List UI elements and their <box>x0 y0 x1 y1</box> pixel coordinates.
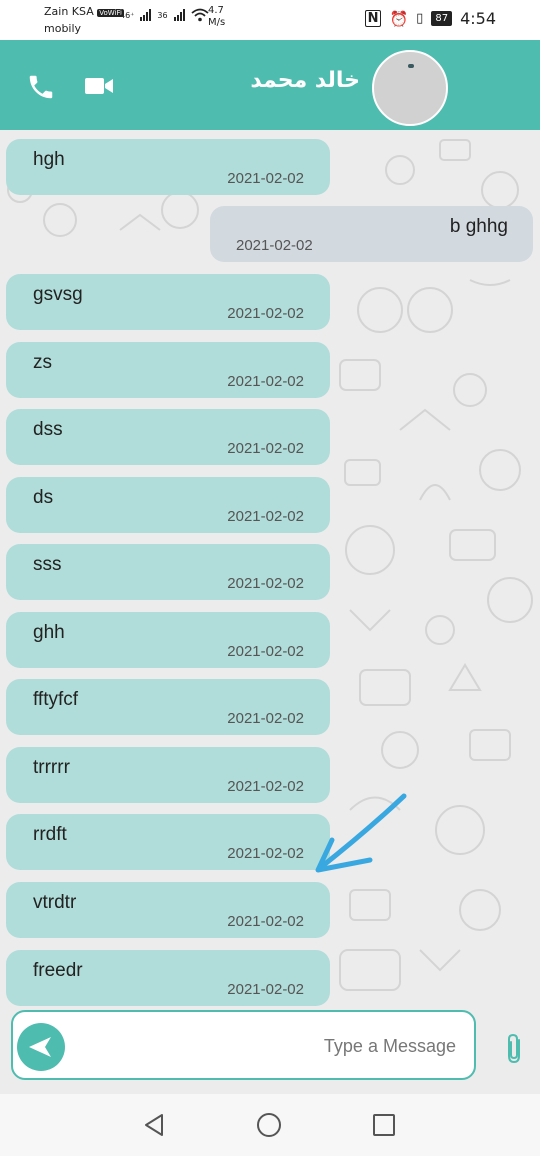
message-timestamp: 2021-02-02 <box>227 913 304 930</box>
composer-bar: Type a Message <box>0 1008 540 1086</box>
message-text: freedr <box>33 960 83 981</box>
back-icon[interactable] <box>142 1112 166 1138</box>
message-input-placeholder: Type a Message <box>323 1036 456 1056</box>
message-input[interactable]: Type a Message <box>11 1010 476 1080</box>
vibrate-icon: ▯ <box>416 11 424 26</box>
avatar[interactable] <box>372 50 448 126</box>
message-timestamp: 2021-02-02 <box>227 373 304 390</box>
message-timestamp: 2021-02-02 <box>227 643 304 660</box>
avatar-detail <box>408 64 414 68</box>
recent-apps-icon[interactable] <box>373 1114 395 1136</box>
message-text: dss <box>33 419 63 440</box>
message-text: gsvsg <box>33 284 83 305</box>
message-timestamp: 2021-02-02 <box>236 237 313 254</box>
net-speed-value: 4.7 <box>208 5 224 16</box>
status-bar: Zain KSA VoWiFi mobily 46⁺ 36 4.7 M/s N … <box>0 0 540 40</box>
message-text: vtrdtr <box>33 892 77 913</box>
message-text: ds <box>33 487 54 508</box>
message-timestamp: 2021-02-02 <box>227 508 304 525</box>
nfc-icon: N <box>364 10 382 27</box>
send-button[interactable] <box>17 1023 65 1071</box>
annotation-arrow-icon <box>315 793 407 873</box>
message-bubble-incoming[interactable]: rrdft 2021-02-02 <box>6 814 330 870</box>
message-timestamp: 2021-02-02 <box>227 981 304 998</box>
net-speed-unit: M/s <box>208 17 226 28</box>
clock: 4:54 <box>460 9 496 28</box>
message-bubble-outgoing[interactable]: b ghhg 2021-02-02 <box>210 206 533 262</box>
chat-header: خالد محمد <box>0 40 540 130</box>
message-timestamp: 2021-02-02 <box>227 305 304 322</box>
message-text: zs <box>33 352 52 373</box>
status-right: N ⏰ ▯ 87 4:54 <box>364 9 496 28</box>
message-timestamp: 2021-02-02 <box>227 170 304 187</box>
message-bubble-incoming[interactable]: dss 2021-02-02 <box>6 409 330 465</box>
message-bubble-incoming[interactable]: gsvsg 2021-02-02 <box>6 274 330 330</box>
video-camera-icon[interactable] <box>84 74 114 98</box>
message-timestamp: 2021-02-02 <box>227 575 304 592</box>
message-timestamp: 2021-02-02 <box>227 710 304 727</box>
message-text: sss <box>33 554 62 575</box>
message-text: ghh <box>33 622 65 643</box>
message-bubble-incoming[interactable]: ds 2021-02-02 <box>6 477 330 533</box>
message-bubble-incoming[interactable]: ghh 2021-02-02 <box>6 612 330 668</box>
message-timestamp: 2021-02-02 <box>227 440 304 457</box>
paperclip-icon[interactable] <box>504 1032 526 1066</box>
message-bubble-incoming[interactable]: hgh 2021-02-02 <box>6 139 330 195</box>
message-bubble-incoming[interactable]: trrrrr 2021-02-02 <box>6 747 330 803</box>
network-type-2: 36 <box>157 10 168 20</box>
message-text: rrdft <box>33 824 67 845</box>
signal-bars-icon <box>173 9 185 21</box>
carrier-secondary: mobily <box>44 22 82 35</box>
network-type-1: 46⁺ <box>120 10 135 20</box>
message-bubble-incoming[interactable]: sss 2021-02-02 <box>6 544 330 600</box>
battery-icon: 87 <box>431 11 453 26</box>
send-icon <box>29 1037 51 1057</box>
message-text: hgh <box>33 149 65 170</box>
signal-indicators: 46⁺ 36 <box>120 8 209 22</box>
carrier-primary: Zain KSA <box>44 5 94 18</box>
alarm-icon: ⏰ <box>389 9 409 28</box>
phone-icon[interactable] <box>26 72 56 102</box>
message-text: fftyfcf <box>33 689 79 710</box>
contact-name[interactable]: خالد محمد <box>240 68 360 93</box>
wifi-icon <box>191 8 209 22</box>
message-timestamp: 2021-02-02 <box>227 778 304 795</box>
message-bubble-incoming[interactable]: vtrdtr 2021-02-02 <box>6 882 330 938</box>
home-icon[interactable] <box>257 1113 281 1137</box>
signal-bars-icon <box>140 9 152 21</box>
carrier-info: Zain KSA VoWiFi mobily <box>44 4 124 36</box>
message-text: trrrrr <box>33 757 70 778</box>
message-list[interactable]: hgh 2021-02-02 b ghhg 2021-02-02 gsvsg 2… <box>0 130 540 1010</box>
message-bubble-incoming[interactable]: fftyfcf 2021-02-02 <box>6 679 330 735</box>
message-bubble-incoming[interactable]: zs 2021-02-02 <box>6 342 330 398</box>
message-bubble-incoming[interactable]: freedr 2021-02-02 <box>6 950 330 1006</box>
system-nav-bar <box>0 1094 540 1156</box>
message-timestamp: 2021-02-02 <box>227 845 304 862</box>
net-speed: 4.7 M/s <box>208 5 225 29</box>
message-text: b ghhg <box>449 216 508 237</box>
